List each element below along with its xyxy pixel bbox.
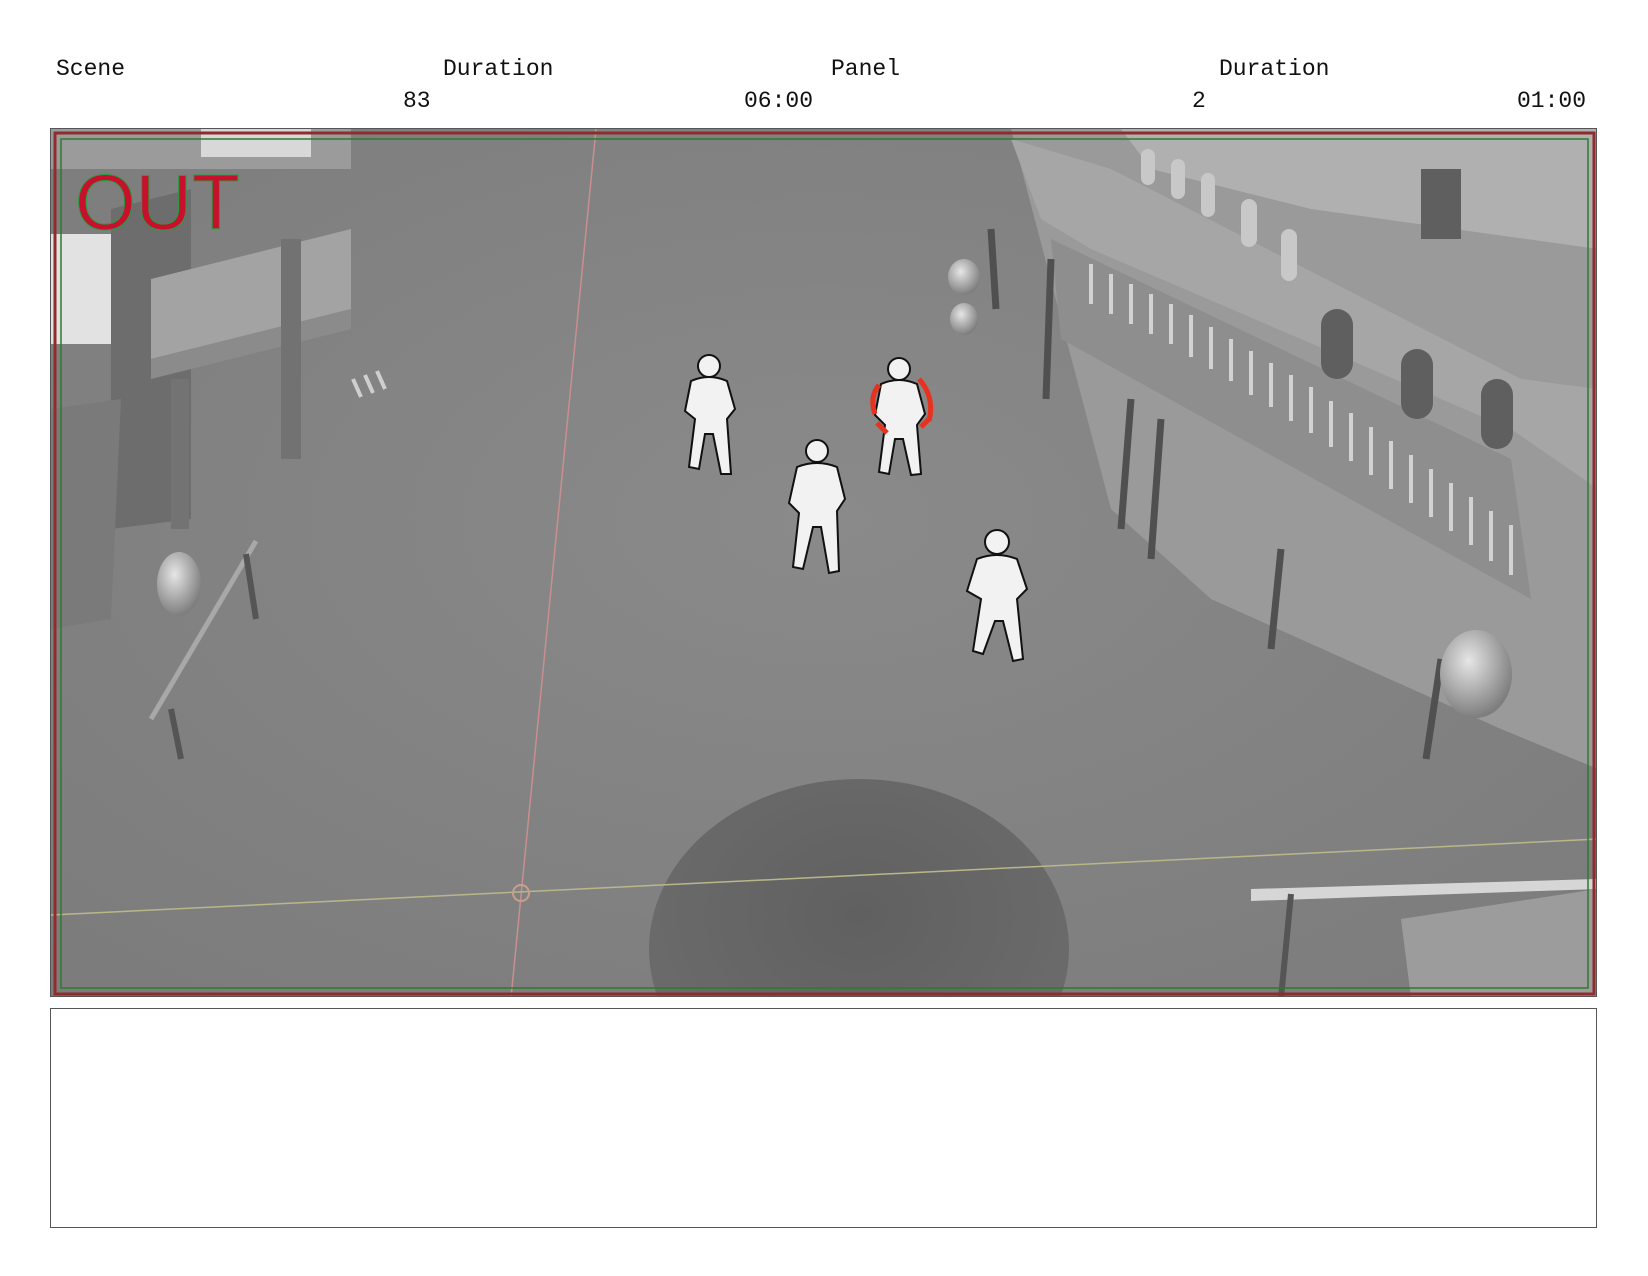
panel-number: 2 [1192,88,1206,114]
scene-duration-value: 06:00 [744,88,814,114]
panel-notes-box[interactable] [50,1008,1597,1228]
panel-label: Panel [831,56,901,82]
scene-number: 83 [403,88,431,114]
panel-duration-label: Duration [1219,56,1330,82]
scene-label: Scene [56,56,126,82]
storyboard-panel-image: OUT [50,128,1597,997]
transition-out-label: OUT [75,158,240,246]
panel-duration-value: 01:00 [1517,88,1587,114]
scene-duration-label: Duration [443,56,554,82]
